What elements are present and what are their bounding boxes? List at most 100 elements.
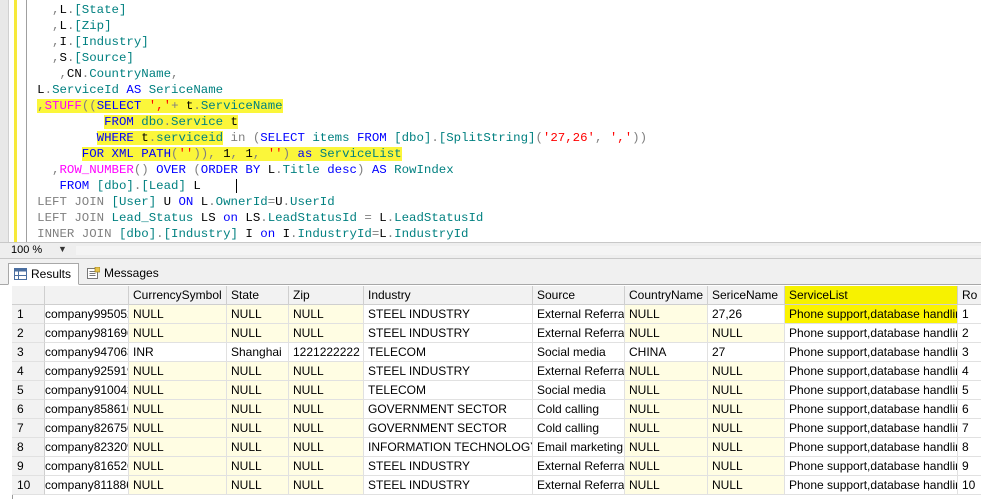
- grid-cell[interactable]: 9: [958, 457, 981, 476]
- grid-cell[interactable]: NULL: [289, 476, 364, 495]
- grid-cell[interactable]: Phone support,database handling: [785, 419, 958, 438]
- code-line[interactable]: INNER JOIN [dbo].[Industry] I on I.Indus…: [0, 226, 468, 242]
- grid-cell[interactable]: NULL: [227, 476, 289, 495]
- column-header[interactable]: State: [227, 286, 289, 305]
- grid-cell[interactable]: NULL: [708, 476, 785, 495]
- grid-cell[interactable]: 2: [958, 324, 981, 343]
- grid-cell[interactable]: NULL: [129, 324, 227, 343]
- grid-cell[interactable]: company995052: [45, 305, 129, 324]
- code-line[interactable]: FROM [dbo].[Lead] L: [0, 178, 201, 194]
- grid-cell[interactable]: NULL: [227, 457, 289, 476]
- horizontal-scrollbar[interactable]: [76, 246, 981, 255]
- row-number[interactable]: 6: [12, 400, 45, 419]
- grid-cell[interactable]: External Referral: [533, 324, 625, 343]
- grid-cell[interactable]: STEEL INDUSTRY: [364, 324, 533, 343]
- grid-cell[interactable]: NULL: [625, 400, 708, 419]
- grid-cell[interactable]: NULL: [708, 419, 785, 438]
- grid-cell[interactable]: STEEL INDUSTRY: [364, 476, 533, 495]
- grid-cell[interactable]: 3: [958, 343, 981, 362]
- grid-cell[interactable]: 4: [958, 362, 981, 381]
- code-line[interactable]: L.ServiceId AS SericeName: [0, 82, 223, 98]
- grid-cell[interactable]: NULL: [708, 362, 785, 381]
- grid-cell[interactable]: NULL: [227, 438, 289, 457]
- row-number[interactable]: 3: [12, 343, 45, 362]
- column-header[interactable]: CurrencySymbol: [129, 286, 227, 305]
- grid-cell[interactable]: 27: [708, 343, 785, 362]
- grid-cell[interactable]: company858610: [45, 400, 129, 419]
- grid-cell[interactable]: NULL: [708, 381, 785, 400]
- grid-cell[interactable]: 10: [958, 476, 981, 495]
- grid-cell[interactable]: NULL: [289, 438, 364, 457]
- grid-cell[interactable]: NULL: [625, 476, 708, 495]
- zoom-level[interactable]: 100 %: [11, 244, 42, 256]
- grid-cell[interactable]: Phone support,database handling: [785, 476, 958, 495]
- grid-cell[interactable]: Phone support,database handling: [785, 343, 958, 362]
- grid-cell[interactable]: NULL: [289, 362, 364, 381]
- grid-cell[interactable]: NULL: [129, 381, 227, 400]
- grid-cell[interactable]: GOVERNMENT SECTOR: [364, 400, 533, 419]
- grid-cell[interactable]: company811886: [45, 476, 129, 495]
- column-header[interactable]: [12, 286, 45, 305]
- grid-cell[interactable]: Phone support,database handling: [785, 381, 958, 400]
- code-line[interactable]: FOR XML PATH('')), 1, 1, '') as ServiceL…: [0, 146, 402, 162]
- zoom-dropdown-arrow-icon[interactable]: ▼: [58, 244, 67, 254]
- tab-results[interactable]: Results: [8, 263, 79, 285]
- grid-cell[interactable]: NULL: [129, 457, 227, 476]
- grid-cell[interactable]: NULL: [708, 438, 785, 457]
- grid-cell[interactable]: GOVERNMENT SECTOR: [364, 419, 533, 438]
- grid-cell[interactable]: 6: [958, 400, 981, 419]
- column-header[interactable]: Ro: [958, 286, 981, 305]
- grid-cell[interactable]: Cold calling: [533, 400, 625, 419]
- grid-cell[interactable]: NULL: [708, 324, 785, 343]
- grid-cell[interactable]: NULL: [625, 438, 708, 457]
- grid-cell[interactable]: NULL: [708, 400, 785, 419]
- grid-cell[interactable]: INFORMATION TECHNOLOGY: [364, 438, 533, 457]
- row-number[interactable]: 5: [12, 381, 45, 400]
- grid-cell[interactable]: Phone support,database handling: [785, 457, 958, 476]
- grid-cell[interactable]: company910042: [45, 381, 129, 400]
- row-number[interactable]: 4: [12, 362, 45, 381]
- grid-cell[interactable]: External Referral: [533, 457, 625, 476]
- grid-cell[interactable]: Email marketing: [533, 438, 625, 457]
- grid-cell[interactable]: NULL: [227, 324, 289, 343]
- grid-cell[interactable]: 1: [958, 305, 981, 324]
- grid-cell[interactable]: TELECOM: [364, 381, 533, 400]
- grid-cell[interactable]: NULL: [625, 324, 708, 343]
- column-header[interactable]: SericeName: [708, 286, 785, 305]
- row-number[interactable]: 1: [12, 305, 45, 324]
- code-line[interactable]: WHERE t.serviceid in (SELECT items FROM …: [0, 130, 647, 146]
- sql-editor[interactable]: ,L.[State] ,L.[Zip] ,I.[Industry] ,S.[So…: [0, 0, 981, 242]
- row-number[interactable]: 10: [12, 476, 45, 495]
- grid-cell[interactable]: INR: [129, 343, 227, 362]
- grid-cell[interactable]: Phone support,database handling: [785, 438, 958, 457]
- grid-cell[interactable]: NULL: [227, 362, 289, 381]
- grid-cell[interactable]: NULL: [129, 419, 227, 438]
- column-header[interactable]: [45, 286, 129, 305]
- code-line[interactable]: ,L.[Zip]: [0, 18, 112, 34]
- grid-cell[interactable]: NULL: [129, 400, 227, 419]
- grid-cell[interactable]: company823209: [45, 438, 129, 457]
- column-header[interactable]: Industry: [364, 286, 533, 305]
- grid-cell[interactable]: STEEL INDUSTRY: [364, 362, 533, 381]
- grid-cell[interactable]: company816526: [45, 457, 129, 476]
- grid-cell[interactable]: Phone support,database handling: [785, 362, 958, 381]
- code-line[interactable]: ,STUFF((SELECT ','+ t.ServiceName: [0, 98, 283, 114]
- row-number[interactable]: 9: [12, 457, 45, 476]
- grid-cell[interactable]: NULL: [625, 381, 708, 400]
- grid-cell[interactable]: NULL: [227, 419, 289, 438]
- column-header[interactable]: ServiceList: [785, 286, 958, 305]
- grid-cell[interactable]: Social media: [533, 381, 625, 400]
- row-number[interactable]: 2: [12, 324, 45, 343]
- grid-cell[interactable]: External Referral: [533, 305, 625, 324]
- code-line[interactable]: ,ROW_NUMBER() OVER (ORDER BY L.Title des…: [0, 162, 454, 178]
- grid-cell[interactable]: Phone support,database handling: [785, 400, 958, 419]
- grid-cell[interactable]: Shanghai: [227, 343, 289, 362]
- grid-cell[interactable]: NULL: [289, 419, 364, 438]
- grid-cell[interactable]: NULL: [289, 457, 364, 476]
- grid-cell[interactable]: 8: [958, 438, 981, 457]
- grid-cell[interactable]: NULL: [625, 362, 708, 381]
- column-header[interactable]: CountryName: [625, 286, 708, 305]
- code-line[interactable]: LEFT JOIN Lead_Status LS on LS.LeadStatu…: [0, 210, 483, 226]
- grid-cell[interactable]: STEEL INDUSTRY: [364, 305, 533, 324]
- grid-cell[interactable]: NULL: [625, 305, 708, 324]
